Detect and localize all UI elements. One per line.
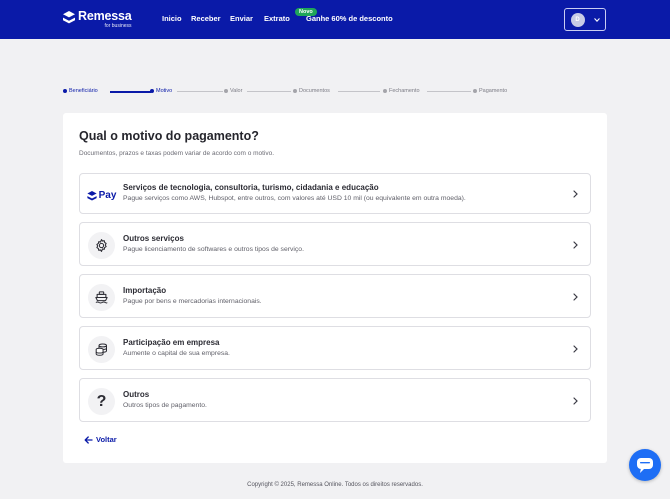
chevron-right-icon bbox=[573, 241, 578, 249]
chevron-right-icon bbox=[573, 397, 578, 405]
nav-receber[interactable]: Receber bbox=[191, 14, 221, 23]
gear-svg bbox=[96, 239, 107, 252]
step-valor: Valor bbox=[224, 88, 242, 94]
step-beneficiario: Beneficiário bbox=[63, 88, 98, 94]
ship-icon bbox=[88, 284, 115, 311]
stepper-line bbox=[177, 91, 223, 92]
logo-subtitle: for business bbox=[104, 22, 132, 29]
payment-reason-card: Qual o motivo do pagamento? Documentos, … bbox=[63, 113, 607, 463]
page-subtitle: Documentos, prazos e taxas podem variar … bbox=[79, 150, 275, 157]
chevron-right-icon bbox=[573, 190, 578, 198]
step-motivo: Motivo bbox=[150, 88, 172, 94]
stepper-line bbox=[247, 91, 291, 92]
stepper-line bbox=[338, 91, 380, 92]
back-label: Voltar bbox=[96, 435, 117, 444]
option-title: Participação em empresa bbox=[123, 338, 220, 347]
step-fechamento: Fechamento bbox=[383, 88, 420, 94]
arrow-left-icon bbox=[84, 435, 93, 444]
ship-svg bbox=[95, 291, 108, 304]
nav-extrato[interactable]: Extrato bbox=[264, 14, 290, 23]
chevron-right-icon bbox=[573, 293, 578, 301]
option-description: Pague serviços como AWS, Hubspot, entre … bbox=[123, 195, 466, 202]
question-icon: ? bbox=[88, 388, 115, 415]
nav-enviar[interactable]: Enviar bbox=[230, 14, 253, 23]
chat-button[interactable] bbox=[629, 449, 661, 481]
step-pagamento: Pagamento bbox=[473, 88, 507, 94]
step-label: Motivo bbox=[156, 88, 173, 94]
option-tech-services[interactable]: Pay Serviços de tecnologia, consultoria,… bbox=[79, 173, 591, 214]
step-dot bbox=[63, 89, 67, 93]
chevron-down-icon bbox=[593, 17, 600, 22]
option-description: Pague licenciamento de softwares e outro… bbox=[123, 246, 304, 253]
footer-copyright: Copyright © 2025, Remessa Online. Todos … bbox=[247, 482, 423, 488]
option-others[interactable]: ? Outros Outros tipos de pagamento. bbox=[79, 378, 591, 422]
question-mark: ? bbox=[96, 392, 107, 410]
stepper-line bbox=[110, 91, 151, 93]
page-title: Qual o motivo do pagamento? bbox=[79, 129, 259, 143]
step-label: Valor bbox=[230, 88, 243, 94]
stepper-line bbox=[427, 91, 471, 92]
logo-name: Remessa bbox=[78, 9, 132, 23]
pay-logo-text: Pay bbox=[98, 190, 117, 201]
top-navigation-bar: Remessa for business Inicio Receber Envi… bbox=[0, 0, 670, 39]
option-description: Outros tipos de pagamento. bbox=[123, 402, 207, 409]
option-other-services[interactable]: Outros serviços Pague licenciamento de s… bbox=[79, 222, 591, 266]
step-dot bbox=[473, 89, 477, 93]
step-label: Fechamento bbox=[389, 88, 420, 94]
chevron-right-icon bbox=[573, 345, 578, 353]
option-company-equity[interactable]: Participação em empresa Aumente o capita… bbox=[79, 326, 591, 370]
step-dot bbox=[150, 89, 154, 93]
account-menu-button[interactable]: D bbox=[564, 8, 606, 31]
avatar: D bbox=[570, 12, 585, 27]
option-title: Outros bbox=[123, 390, 150, 399]
step-documentos: Documentos bbox=[293, 88, 330, 94]
step-dot bbox=[224, 89, 228, 93]
step-dot bbox=[293, 89, 297, 93]
gear-icon bbox=[88, 232, 115, 259]
option-title: Outros serviços bbox=[123, 234, 184, 243]
progress-stepper: Beneficiário Motivo Valor Documentos Fec… bbox=[63, 86, 513, 98]
nav-discount[interactable]: Ganhe 60% de desconto bbox=[306, 14, 393, 23]
coins-svg bbox=[95, 343, 107, 356]
step-dot bbox=[383, 89, 387, 93]
chat-bubble-icon bbox=[637, 457, 653, 473]
step-label: Beneficiário bbox=[69, 88, 98, 94]
step-label: Pagamento bbox=[479, 88, 508, 94]
back-button[interactable]: Voltar bbox=[84, 435, 117, 444]
remessa-logo[interactable]: Remessa for business bbox=[63, 10, 132, 29]
option-description: Aumente o capital de sua empresa. bbox=[123, 350, 230, 357]
step-label: Documentos bbox=[299, 88, 330, 94]
pay-logo-icon: Pay bbox=[86, 182, 117, 209]
remessa-logo-icon bbox=[63, 11, 75, 24]
option-title: Importação bbox=[123, 286, 167, 295]
coins-icon bbox=[88, 336, 115, 363]
option-import[interactable]: Importação Pague por bens e mercadorias … bbox=[79, 274, 591, 318]
option-description: Pague por bens e mercadorias internacion… bbox=[123, 298, 262, 305]
pay-mark-icon bbox=[86, 190, 97, 201]
nav-inicio[interactable]: Inicio bbox=[162, 14, 182, 23]
option-title: Serviços de tecnologia, consultoria, tur… bbox=[123, 183, 379, 192]
